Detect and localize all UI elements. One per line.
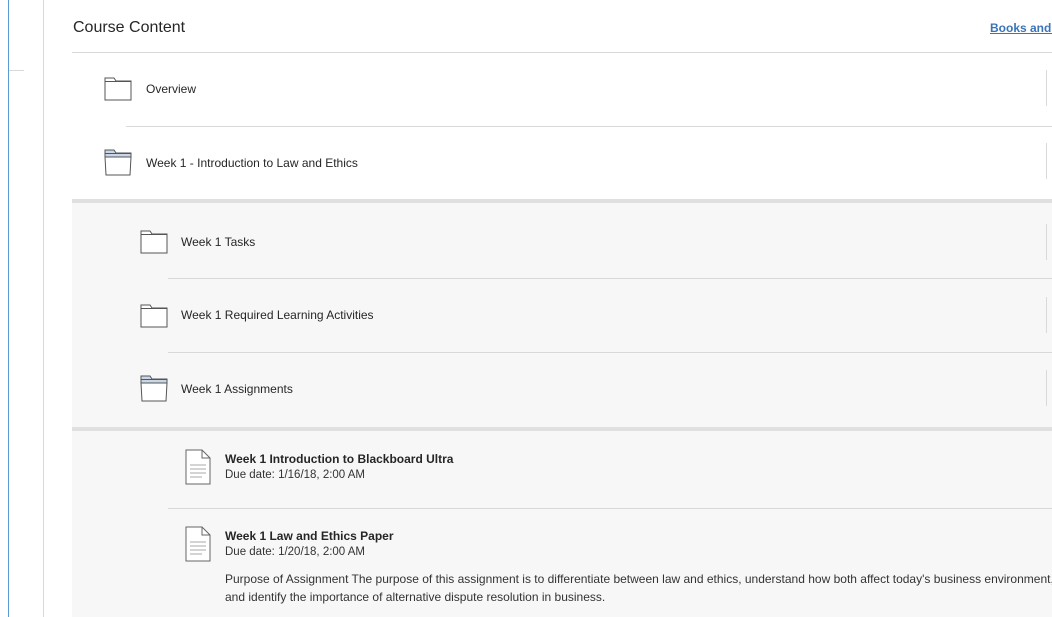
row-divider	[1046, 70, 1047, 106]
divider	[126, 126, 1052, 127]
folder-icon	[140, 304, 168, 328]
page-title: Course Content	[73, 19, 186, 36]
folder-open-icon	[140, 375, 168, 402]
folder-icon	[104, 77, 132, 101]
panel-divider	[72, 427, 1052, 431]
row-divider	[1046, 297, 1047, 333]
folder-icon	[140, 230, 168, 254]
row-divider	[1046, 370, 1047, 406]
divider	[72, 52, 1052, 53]
folder-open-icon	[104, 149, 132, 176]
folder-label: Week 1 Tasks	[181, 235, 256, 249]
content-rail	[43, 0, 44, 617]
row-divider	[1046, 224, 1047, 260]
assignment-description: Purpose of Assignment The purpose of thi…	[225, 572, 1052, 604]
folder-label: Overview	[146, 82, 197, 96]
row-divider	[1046, 143, 1047, 179]
folder-label: Week 1 Required Learning Activities	[181, 308, 374, 322]
assignment-title[interactable]: Week 1 Introduction to Blackboard Ultra	[225, 452, 453, 466]
panel-divider	[72, 199, 1052, 203]
due-date: Due date: 1/16/18, 2:00 AM	[225, 469, 366, 481]
divider	[9, 70, 24, 71]
assignment-title[interactable]: Week 1 Law and Ethics Paper	[225, 529, 394, 543]
document-icon	[185, 526, 211, 562]
due-date: Due date: 1/20/18, 2:00 AM	[225, 546, 366, 558]
divider	[168, 508, 1052, 509]
divider	[168, 278, 1052, 279]
books-and-tools-link[interactable]: Books and Tools	[990, 21, 1052, 35]
divider	[168, 352, 1052, 353]
folder-label: Week 1 - Introduction to Law and Ethics	[146, 156, 358, 170]
window-border	[8, 0, 9, 617]
document-icon	[185, 449, 211, 485]
folder-label: Week 1 Assignments	[181, 382, 293, 396]
